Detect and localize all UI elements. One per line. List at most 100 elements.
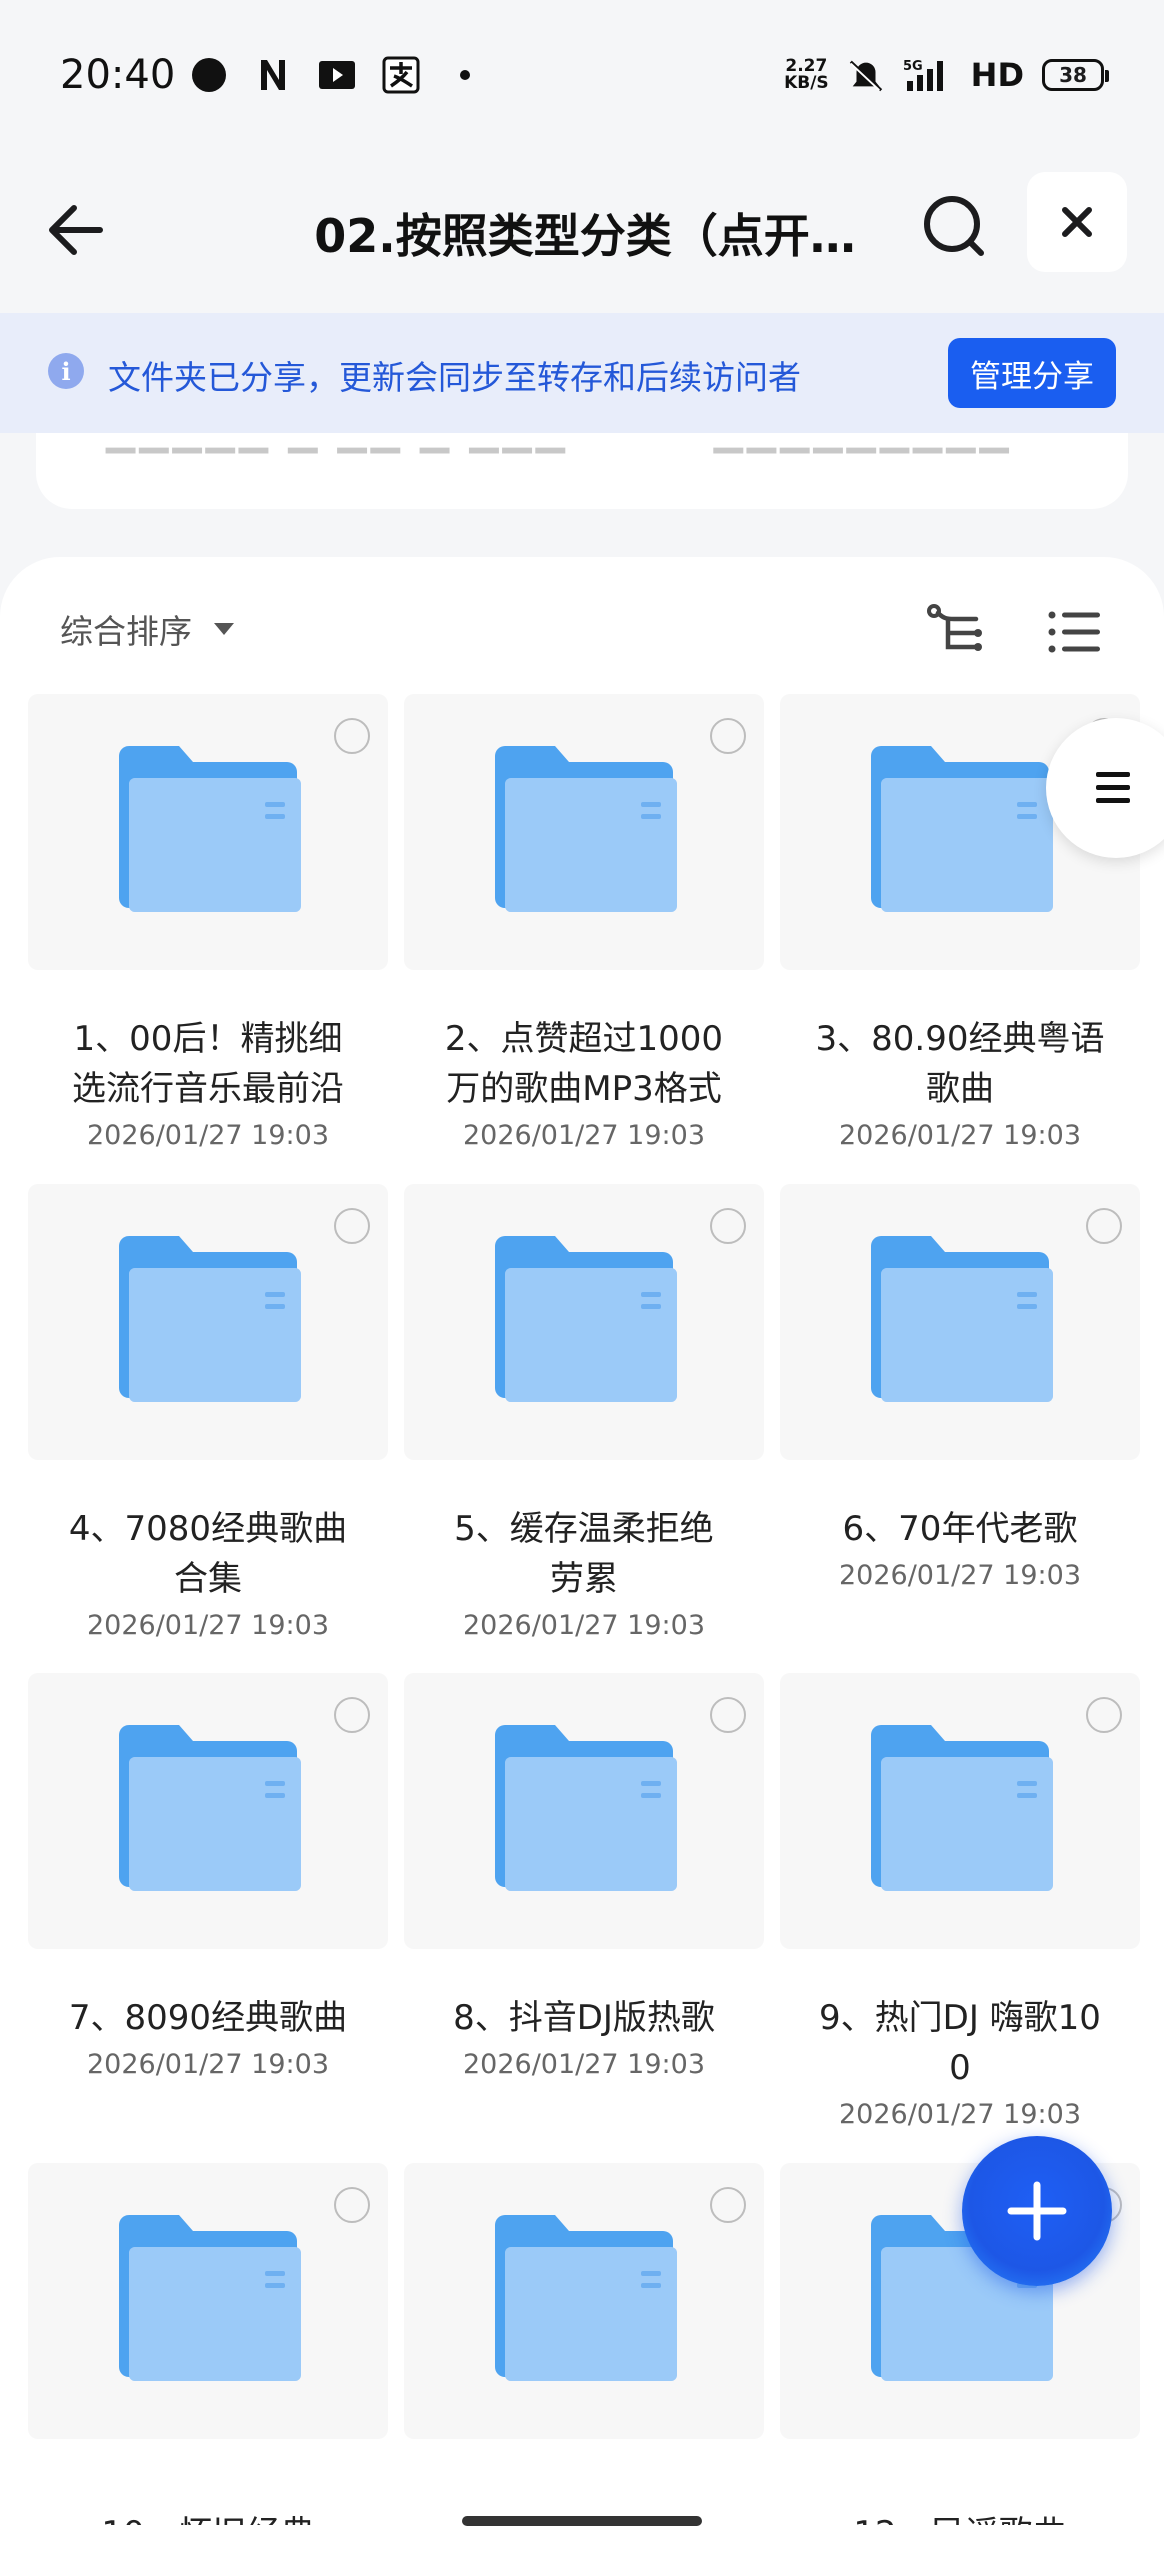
select-checkbox[interactable]: [710, 718, 746, 754]
folder-date: 2026/01/27 19:03: [838, 2099, 1081, 2130]
folder-item[interactable]: 10、怀旧经典: [28, 2163, 388, 2560]
collapsed-card: ▁▁▁▁▁ ▁ ▁▁ ▁ ▁▁▁ ▁▁▁▁▁▁▁▁▁: [36, 433, 1128, 509]
folder-icon: [495, 746, 677, 912]
status-bar: 20:40 2.27 KB/S 5G HD 38: [0, 0, 1164, 150]
folder-name: 3、80.90经典粤语 歌曲: [780, 1014, 1140, 1114]
app-screen: 20:40 2.27 KB/S 5G HD 38 02.按照类型分类（点开… i…: [0, 0, 1164, 2560]
manage-share-button[interactable]: 管理分享: [948, 338, 1116, 408]
folder-date: 2026/01/27 19:03: [86, 2049, 329, 2080]
hd-label: HD: [970, 56, 1024, 94]
select-checkbox[interactable]: [334, 1208, 370, 1244]
folder-item[interactable]: 4、7080经典歌曲 合集 2026/01/27 19:03: [28, 1184, 388, 1644]
folder-icon: [495, 2215, 677, 2381]
collapsed-card-text: ▁▁▁▁▁ ▁ ▁▁ ▁ ▁▁▁ ▁▁▁▁▁▁▁▁▁: [106, 433, 1013, 453]
select-checkbox[interactable]: [710, 2187, 746, 2223]
folder-name-line: 6、70年代老歌: [842, 1509, 1078, 1549]
folder-icon: [495, 1236, 677, 1402]
folder-thumbnail[interactable]: [780, 1184, 1140, 1460]
folder-name-line: 10、怀旧经典: [28, 2509, 388, 2525]
folder-name-line: 8、抖音DJ版热歌: [453, 1998, 715, 2038]
battery-icon: 38: [1042, 59, 1109, 91]
network-speed-unit: KB/S: [784, 73, 829, 93]
folder-name: 10、怀旧经典: [28, 2509, 388, 2525]
add-button[interactable]: [962, 2136, 1112, 2286]
select-checkbox[interactable]: [334, 718, 370, 754]
back-button[interactable]: [40, 190, 120, 270]
folder-date: 2026/01/27 19:03: [462, 2049, 705, 2080]
folder-date: 2026/01/27 19:03: [462, 1120, 705, 1151]
status-app-icons: [190, 56, 484, 94]
folder-item[interactable]: 7、8090经典歌曲 2026/01/27 19:03: [28, 1673, 388, 2133]
folder-icon: [871, 1236, 1053, 1402]
folder-icon: [119, 2215, 301, 2381]
close-icon: [1062, 207, 1092, 237]
folder-name: 8、抖音DJ版热歌: [404, 1993, 764, 2043]
play-icon: [318, 56, 356, 94]
header: 02.按照类型分类（点开…: [0, 150, 1164, 315]
battery-level: 38: [1059, 63, 1087, 87]
folder-thumbnail[interactable]: [404, 1673, 764, 1949]
folder-thumbnail[interactable]: [28, 1184, 388, 1460]
folder-name-line: 合集: [174, 1559, 242, 1599]
close-button[interactable]: [1027, 172, 1127, 272]
folder-name-line: 3、80.90经典粤语: [815, 1019, 1105, 1059]
folder-name: 1、00后！精挑细 选流行音乐最前沿: [28, 1014, 388, 1114]
network-label: 5G: [903, 59, 923, 74]
folder-name-line: 劳累: [550, 1559, 618, 1599]
folder-name: 5、缓存温柔拒绝 劳累: [404, 1504, 764, 1604]
select-checkbox[interactable]: [334, 1697, 370, 1733]
folder-item[interactable]: 11、情歌对唱: [404, 2163, 764, 2560]
folder-name-line: 1、00后！精挑细: [73, 1019, 343, 1059]
select-checkbox[interactable]: [1086, 1697, 1122, 1733]
folder-name: 2、点赞超过1000 万的歌曲MP3格式: [404, 1014, 764, 1114]
folder-name-line: 12、民谣歌曲: [780, 2509, 1140, 2525]
folder-thumbnail[interactable]: [780, 1673, 1140, 1949]
dot-icon: [446, 56, 484, 94]
search-button[interactable]: [915, 187, 995, 267]
menu-icon: [1096, 772, 1130, 803]
alipay-icon: [382, 56, 420, 94]
folder-thumbnail[interactable]: [404, 1184, 764, 1460]
folder-thumbnail[interactable]: [404, 2163, 764, 2439]
share-banner: i 文件夹已分享，更新会同步至转存和后续访问者 管理分享: [0, 313, 1164, 433]
signal-icon: 5G: [903, 56, 953, 94]
folder-item[interactable]: 8、抖音DJ版热歌 2026/01/27 19:03: [404, 1673, 764, 2133]
folder-thumbnail[interactable]: [404, 694, 764, 970]
select-checkbox[interactable]: [710, 1697, 746, 1733]
info-icon: i: [48, 353, 84, 389]
folder-name-line: 5、缓存温柔拒绝: [454, 1509, 714, 1549]
page-title: 02.按照类型分类（点开…: [314, 209, 856, 263]
folder-icon: [871, 746, 1053, 912]
folder-item[interactable]: 6、70年代老歌 2026/01/27 19:03: [780, 1184, 1140, 1644]
folder-name: 9、热门DJ 嗨歌10 0: [780, 1993, 1140, 2093]
folder-name-line: 7、8090经典歌曲: [68, 1998, 348, 2038]
folder-item[interactable]: 5、缓存温柔拒绝 劳累 2026/01/27 19:03: [404, 1184, 764, 1644]
folder-thumbnail[interactable]: [28, 1673, 388, 1949]
folder-date: 2026/01/27 19:03: [838, 1560, 1081, 1591]
folder-item[interactable]: 1、00后！精挑细 选流行音乐最前沿 2026/01/27 19:03: [28, 694, 388, 1154]
folder-icon: [119, 746, 301, 912]
select-checkbox[interactable]: [334, 2187, 370, 2223]
status-right: 2.27 KB/S 5G HD 38: [784, 56, 1109, 94]
folder-icon: [119, 1725, 301, 1891]
folder-name-line: 2、点赞超过1000: [444, 1019, 724, 1059]
select-checkbox[interactable]: [710, 1208, 746, 1244]
folder-thumbnail[interactable]: [28, 694, 388, 970]
folder-date: 2026/01/27 19:03: [838, 1120, 1081, 1151]
folder-item[interactable]: 9、热门DJ 嗨歌10 0 2026/01/27 19:03: [780, 1673, 1140, 2133]
folder-item[interactable]: 2、点赞超过1000 万的歌曲MP3格式 2026/01/27 19:03: [404, 694, 764, 1154]
folder-name: 7、8090经典歌曲: [28, 1993, 388, 2043]
folder-icon: [495, 1725, 677, 1891]
status-time: 20:40: [60, 52, 176, 98]
mute-icon: [847, 56, 885, 94]
home-indicator[interactable]: [462, 2516, 702, 2526]
back-arrow-icon: [49, 205, 103, 255]
n-app-icon: [254, 56, 292, 94]
folder-name: 6、70年代老歌: [780, 1504, 1140, 1554]
folder-name-line: 歌曲: [926, 1069, 994, 1109]
select-checkbox[interactable]: [1086, 1208, 1122, 1244]
folder-name-line: 0: [949, 2048, 971, 2088]
plus-icon: [1007, 2181, 1067, 2241]
folder-thumbnail[interactable]: [28, 2163, 388, 2439]
folder-name: 4、7080经典歌曲 合集: [28, 1504, 388, 1604]
